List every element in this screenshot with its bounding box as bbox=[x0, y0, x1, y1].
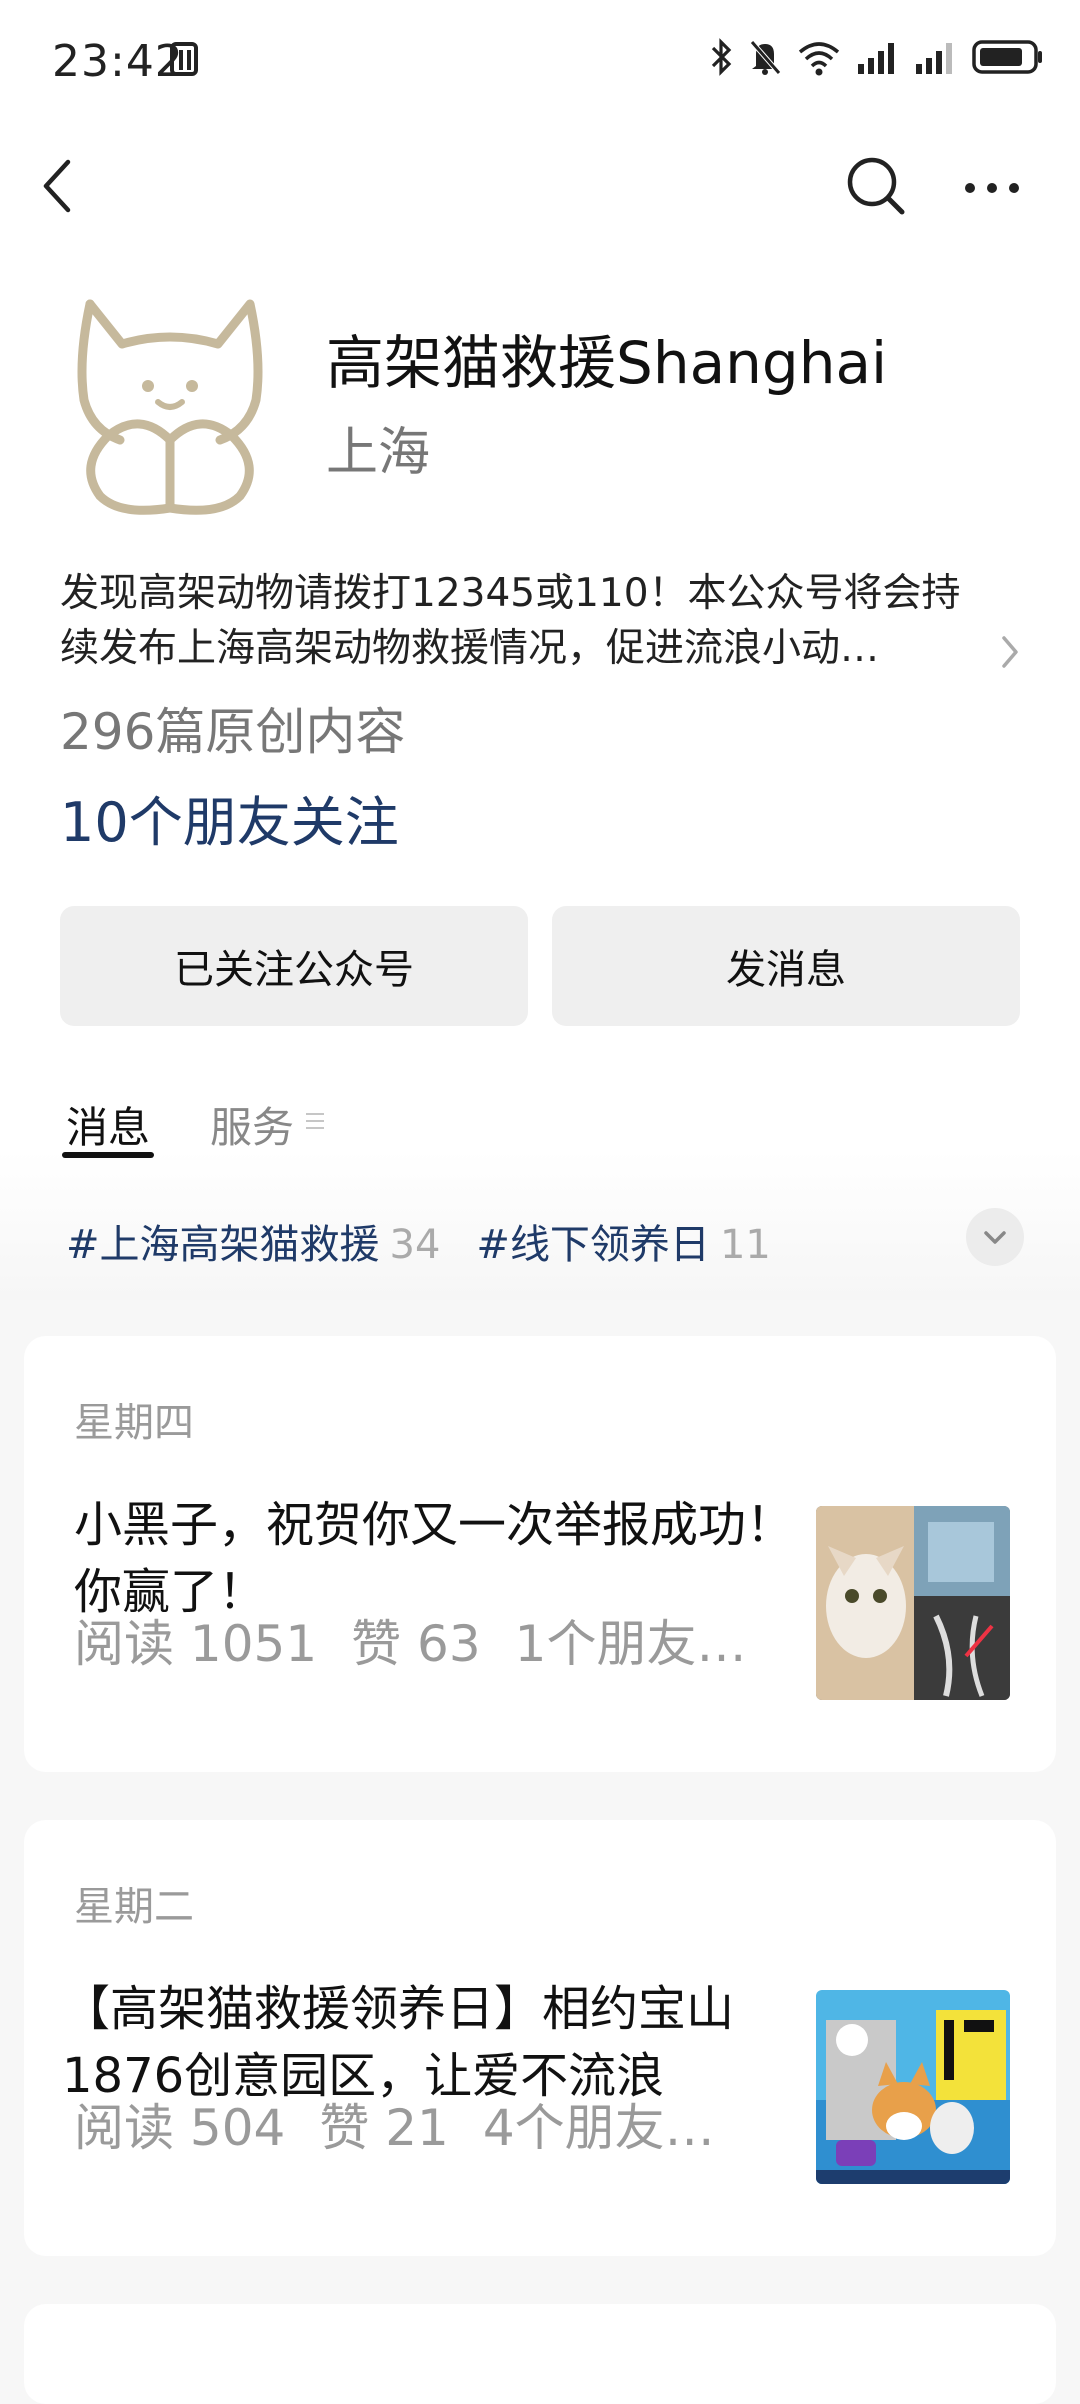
tab-services[interactable]: 服务 bbox=[210, 1094, 294, 1155]
post-reads: 阅读 504 bbox=[74, 2099, 286, 2157]
chevron-down-icon bbox=[984, 1231, 1006, 1244]
hashtag-count: 11 bbox=[719, 1222, 771, 1268]
account-region: 上海 bbox=[326, 423, 431, 483]
post-thumbnail[interactable] bbox=[816, 1506, 1010, 1700]
chevron-right-icon[interactable] bbox=[998, 632, 1022, 672]
status-icons bbox=[710, 34, 1044, 80]
menu-icon bbox=[306, 1113, 324, 1131]
post-likes: 赞 21 bbox=[319, 2099, 449, 2157]
status-time: 23:42 bbox=[52, 36, 184, 87]
back-icon[interactable] bbox=[40, 154, 80, 218]
active-tab-underline bbox=[62, 1152, 154, 1158]
status-bar: 23:42 bbox=[0, 0, 1080, 120]
expand-tags-button[interactable] bbox=[966, 1208, 1024, 1266]
tab-messages[interactable]: 消息 bbox=[62, 1094, 154, 1158]
post-day: 星期四 bbox=[74, 1400, 194, 1446]
hashtag-name: #线下领养日 bbox=[476, 1222, 710, 1268]
send-message-button[interactable]: 发消息 bbox=[552, 906, 1020, 1026]
post-card[interactable]: 星期二 【高架猫救援领养日】相约宝山1876创意园区，让爱不流浪 阅读 504 赞… bbox=[24, 1820, 1056, 2256]
search-icon[interactable] bbox=[844, 154, 908, 218]
post-likes: 赞 63 bbox=[351, 1615, 481, 1673]
account-name: 高架猫救援Shanghai bbox=[326, 329, 888, 397]
post-meta: 阅读 1051 赞 63 1个朋友… bbox=[74, 1604, 794, 1676]
account-avatar[interactable] bbox=[60, 290, 280, 520]
original-articles-count[interactable]: 296篇原创内容 bbox=[60, 692, 405, 764]
followed-button[interactable]: 已关注公众号 bbox=[60, 906, 528, 1026]
bluetooth-icon bbox=[711, 38, 732, 76]
mute-bell-icon bbox=[750, 40, 781, 75]
post-day: 星期二 bbox=[74, 1884, 194, 1930]
post-friends: 4个朋友… bbox=[482, 2099, 715, 2157]
top-nav bbox=[0, 130, 1080, 240]
post-card[interactable] bbox=[24, 2304, 1056, 2404]
hashtag-item[interactable]: #线下领养日 11 bbox=[476, 1212, 770, 1270]
post-card[interactable]: 星期四 小黑子，祝贺你又一次举报成功！你赢了！ 阅读 1051 赞 63 1个朋友… bbox=[24, 1336, 1056, 1772]
tab-label: 消息 bbox=[66, 1103, 151, 1152]
post-friends: 1个朋友… bbox=[514, 1615, 747, 1673]
tab-label: 服务 bbox=[210, 1103, 295, 1152]
more-icon[interactable] bbox=[960, 154, 1024, 218]
hashtag-item[interactable]: #上海高架猫救援 34 bbox=[66, 1212, 440, 1270]
battery-icon bbox=[972, 40, 1042, 74]
signal-icon-2 bbox=[916, 43, 952, 74]
nfc-icon bbox=[170, 42, 198, 76]
account-description[interactable]: 发现高架动物请拨打12345或110！本公众号将会持 续发布上海高架动物救援情况… bbox=[60, 566, 1010, 676]
post-reads: 阅读 1051 bbox=[74, 1615, 318, 1673]
description-line: 续发布上海高架动物救援情况，促进流浪小动… bbox=[60, 626, 880, 671]
post-meta: 阅读 504 赞 21 4个朋友… bbox=[74, 2088, 794, 2160]
description-line: 发现高架动物请拨打12345或110！本公众号将会持 bbox=[60, 571, 961, 616]
wifi-icon bbox=[798, 42, 840, 76]
hashtag-row: #上海高架猫救援 34 #线下领养日 11 bbox=[66, 1212, 771, 1270]
friends-following[interactable]: 10个朋友关注 bbox=[60, 778, 399, 857]
hashtag-name: #上海高架猫救援 bbox=[66, 1222, 380, 1268]
post-thumbnail[interactable] bbox=[816, 1990, 1010, 2184]
hashtag-count: 34 bbox=[389, 1222, 441, 1268]
signal-icon-1 bbox=[858, 43, 894, 74]
